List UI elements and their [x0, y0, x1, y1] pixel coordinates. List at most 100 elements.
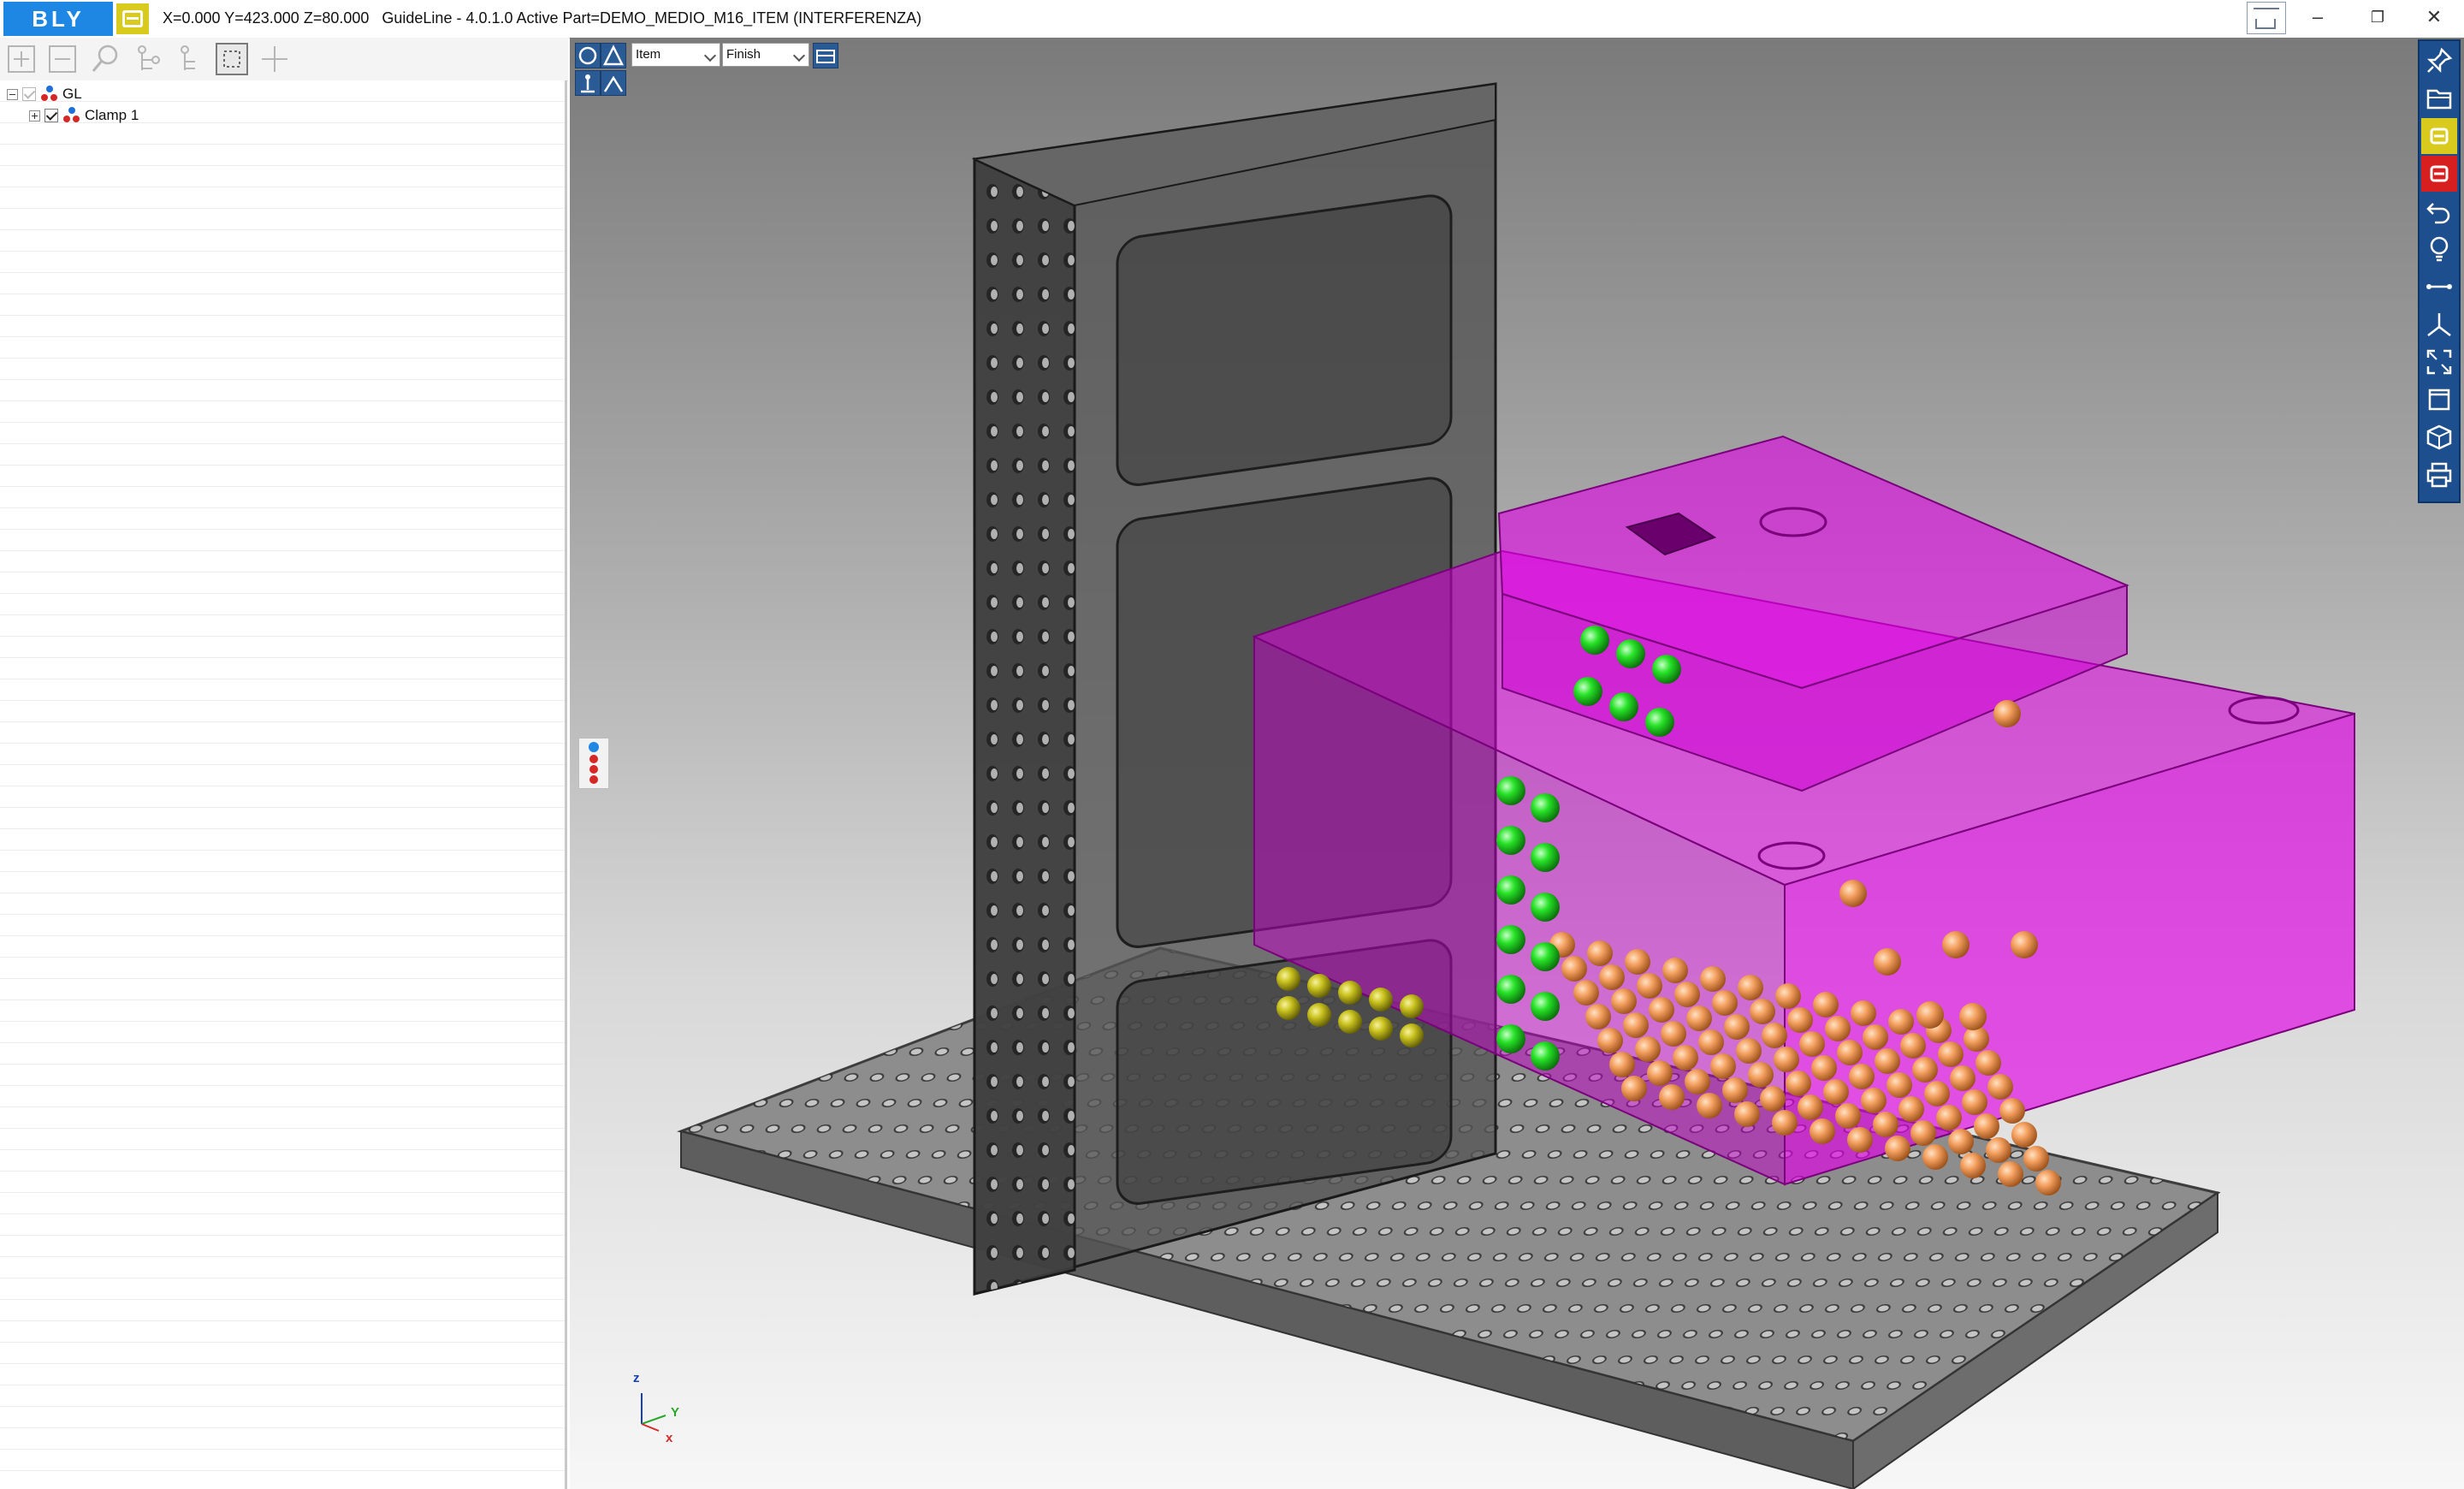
split-view-icon[interactable]	[601, 70, 626, 96]
shading-mode-icon[interactable]	[575, 43, 601, 68]
tree-remove-icon[interactable]	[175, 43, 207, 75]
contact-point-orange	[1993, 700, 2021, 727]
expand-toggle-icon[interactable]	[29, 110, 40, 122]
bly-logo: BLY	[3, 2, 113, 36]
contact-point-orange	[1710, 1053, 1736, 1079]
fit-view-icon[interactable]	[2421, 344, 2457, 380]
sections-icon[interactable]	[813, 43, 838, 68]
expand-all-icon[interactable]	[5, 43, 38, 75]
contact-point-orange	[1674, 982, 1700, 1007]
contact-point-green	[1573, 677, 1602, 706]
measure-line-icon[interactable]	[2421, 269, 2457, 305]
contact-point-orange	[1748, 1062, 1774, 1088]
contact-point-green	[1496, 875, 1525, 905]
view-tools-toolbar	[2418, 39, 2461, 503]
contact-point-orange	[1599, 964, 1625, 990]
contact-point-yellow	[1276, 967, 1300, 991]
undo-icon[interactable]	[2421, 193, 2457, 229]
scene-3d[interactable]	[570, 38, 2464, 1489]
close-button[interactable]: ✕	[2404, 0, 2464, 34]
contact-point-orange	[1637, 973, 1662, 999]
bly-b-icon[interactable]	[116, 3, 149, 34]
contact-point-yellow	[1369, 988, 1393, 1011]
contact-point-orange	[1623, 1012, 1649, 1038]
contact-point-orange	[1611, 988, 1637, 1014]
contact-point-orange	[1811, 1055, 1837, 1081]
window-icon[interactable]	[2421, 382, 2457, 418]
contact-point-orange	[1772, 1110, 1798, 1136]
tree-toolbar	[0, 38, 568, 81]
collapse-all-icon[interactable]	[46, 43, 79, 75]
3d-viewport[interactable]: Item Finish z Y x	[570, 38, 2464, 1489]
contact-point-orange	[2011, 931, 2038, 958]
contact-point-yellow	[1307, 974, 1331, 998]
lightbulb-icon[interactable]	[2421, 231, 2457, 267]
contact-point-orange	[1724, 1014, 1750, 1040]
contact-point-orange	[1587, 940, 1613, 966]
contact-point-green	[1531, 793, 1560, 822]
visibility-checkbox[interactable]	[22, 87, 36, 101]
contact-point-orange	[2011, 1122, 2037, 1148]
collapse-toggle-icon[interactable]	[7, 88, 18, 100]
contact-point-orange	[1861, 1088, 1886, 1113]
visibility-checkbox[interactable]	[44, 109, 58, 122]
contact-point-orange	[1698, 1029, 1724, 1055]
contact-point-orange	[1775, 983, 1801, 1009]
contact-point-green	[1580, 626, 1609, 655]
contact-point-orange	[1910, 1120, 1936, 1146]
print-icon[interactable]	[2421, 457, 2457, 493]
pin-icon[interactable]	[2421, 43, 2457, 79]
contact-point-green	[1496, 776, 1525, 805]
tree-item-gl[interactable]: GL	[7, 84, 82, 104]
contact-point-orange	[1886, 1072, 1912, 1098]
select-frame-icon[interactable]	[216, 43, 248, 75]
cube-view-icon[interactable]	[2421, 419, 2457, 455]
person-view-icon[interactable]	[575, 70, 601, 96]
contacts-legend-tab[interactable]	[578, 738, 609, 789]
contact-point-orange	[1912, 1057, 1938, 1083]
bly-yellow-icon[interactable]	[2421, 118, 2457, 154]
contact-point-orange	[1986, 1137, 2011, 1163]
contact-point-orange	[1898, 1096, 1924, 1122]
contact-point-orange	[1938, 1041, 1964, 1067]
contact-point-green	[1531, 843, 1560, 872]
contact-point-orange	[1900, 1033, 1926, 1059]
contact-point-orange	[1661, 1021, 1686, 1047]
tree-add-icon[interactable]	[132, 43, 164, 75]
contact-point-orange	[1964, 1026, 1989, 1052]
contact-point-orange	[1700, 966, 1726, 992]
contact-point-orange	[1573, 980, 1599, 1006]
contact-point-orange	[1863, 1024, 1888, 1050]
minimize-button[interactable]: –	[2288, 0, 2348, 34]
axis-z-label: z	[633, 1371, 640, 1385]
contact-point-orange	[1874, 948, 1901, 976]
contact-point-orange	[1647, 1060, 1673, 1086]
restore-button[interactable]: ❐	[2348, 0, 2408, 34]
axis-icon[interactable]	[2421, 306, 2457, 342]
wireframe-mode-icon[interactable]	[601, 43, 626, 68]
layout-toggle-button[interactable]	[2247, 2, 2286, 34]
contact-point-orange	[1750, 999, 1775, 1024]
title-bar: BLY X=0.000 Y=423.000 Z=80.000 GuideLine…	[0, 0, 2464, 39]
folder-open-icon[interactable]	[2421, 80, 2457, 116]
contact-point-orange	[1810, 1118, 1835, 1144]
contact-point-orange	[1873, 1112, 1898, 1137]
contact-point-orange	[1736, 1038, 1762, 1064]
crosshair-add-icon[interactable]	[258, 43, 291, 75]
finish-select[interactable]: Finish	[722, 43, 809, 67]
contact-point-orange	[1597, 1028, 1623, 1053]
contact-point-orange	[1885, 1136, 1910, 1161]
contact-point-orange	[1609, 1052, 1635, 1077]
tree-item-clamp-1[interactable]: Clamp 1	[29, 105, 139, 126]
contact-point-orange	[1999, 1098, 2025, 1124]
contact-point-yellow	[1338, 1010, 1362, 1034]
bly-red-icon[interactable]	[2421, 156, 2457, 192]
contact-point-yellow	[1369, 1017, 1393, 1041]
assembly-node-icon	[40, 86, 59, 103]
contact-point-orange	[1686, 1006, 1712, 1031]
contact-point-orange	[1847, 1127, 1873, 1153]
mode-select[interactable]: Item	[631, 43, 720, 67]
contact-point-green	[1531, 1041, 1560, 1071]
search-icon[interactable]	[89, 43, 121, 75]
contact-point-orange	[1875, 1048, 1900, 1074]
